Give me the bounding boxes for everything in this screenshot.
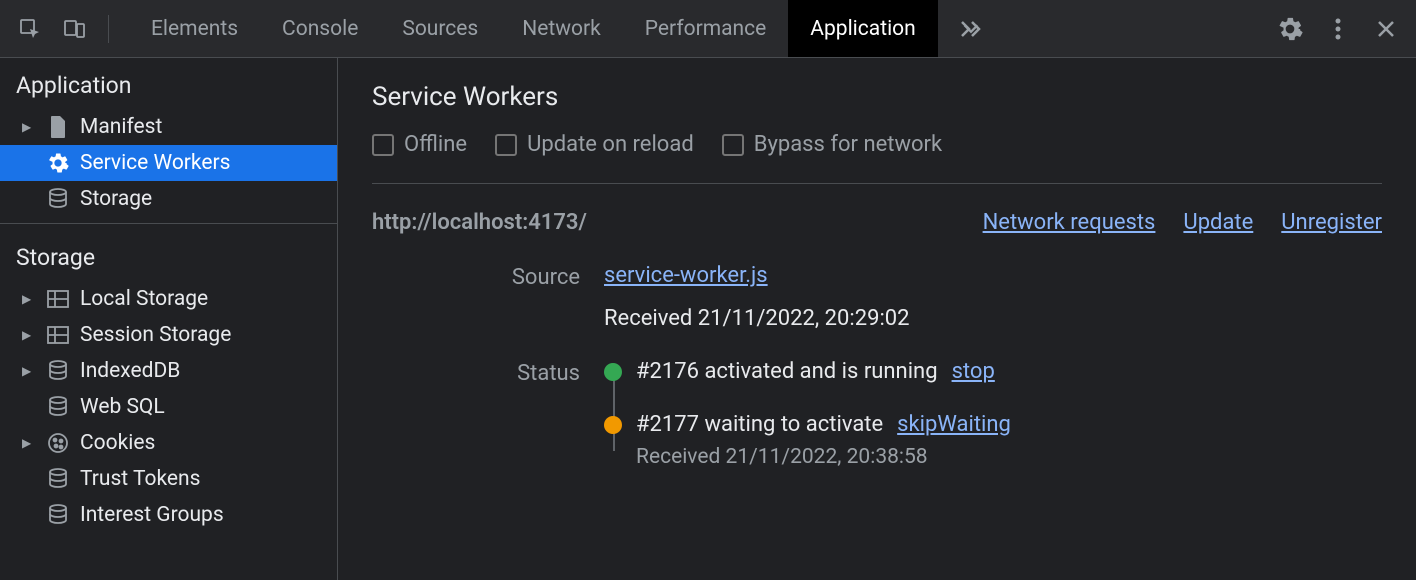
toolbar-right — [1260, 15, 1416, 43]
sidebar-item-label: Manifest — [80, 115, 162, 139]
sidebar-item-label: Trust Tokens — [80, 467, 200, 491]
sidebar-section-storage: Storage — [0, 230, 337, 281]
status-dot-green-icon — [604, 363, 622, 381]
tab-application[interactable]: Application — [788, 0, 937, 57]
expand-arrow-icon: ▶ — [22, 436, 36, 450]
document-icon — [46, 115, 70, 139]
sidebar-item-storage[interactable]: ▶ Storage — [0, 181, 337, 217]
sidebar-divider — [0, 223, 337, 224]
database-icon — [46, 503, 70, 527]
tab-network[interactable]: Network — [500, 0, 623, 57]
sidebar-item-service-workers[interactable]: ▶ Service Workers — [0, 145, 337, 181]
field-label: Source — [372, 263, 604, 331]
tab-performance[interactable]: Performance — [623, 0, 788, 57]
origin-url: http://localhost:4173/ — [372, 210, 587, 235]
link-unregister[interactable]: Unregister — [1281, 210, 1382, 235]
origin-row: http://localhost:4173/ Network requests … — [372, 210, 1382, 235]
link-stop[interactable]: stop — [952, 359, 995, 384]
sidebar-item-label: Interest Groups — [80, 503, 224, 527]
database-icon — [46, 395, 70, 419]
checkbox-update-on-reload[interactable]: Update on reload — [495, 132, 694, 157]
devtools-toolbar: Elements Console Sources Network Perform… — [0, 0, 1416, 58]
page-title: Service Workers — [372, 82, 1382, 112]
grid-icon — [46, 287, 70, 311]
field-status: Status #2176 activated and is running st… — [372, 359, 1382, 469]
sidebar-item-label: Session Storage — [80, 323, 231, 347]
database-icon — [46, 467, 70, 491]
status-text: #2176 activated and is running — [636, 359, 938, 384]
checkbox-label: Bypass for network — [754, 132, 942, 157]
panel-tabs: Elements Console Sources Network Perform… — [129, 0, 1008, 57]
cookie-icon — [46, 431, 70, 455]
sidebar-item-label: Web SQL — [80, 395, 165, 419]
sidebar-item-indexeddb[interactable]: ▶ IndexedDB — [0, 353, 337, 389]
sidebar-item-manifest[interactable]: ▶ Manifest — [0, 109, 337, 145]
expand-arrow-icon: ▶ — [22, 364, 36, 378]
grid-icon — [46, 323, 70, 347]
toolbar-left — [0, 11, 129, 47]
sidebar-item-label: IndexedDB — [80, 359, 180, 383]
sidebar-item-label: Local Storage — [80, 287, 208, 311]
field-label: Status — [372, 359, 604, 469]
sidebar-item-cookies[interactable]: ▶ Cookies — [0, 425, 337, 461]
expand-arrow-icon: ▶ — [22, 328, 36, 342]
options-row: Offline Update on reload Bypass for netw… — [372, 132, 1382, 184]
link-network-requests[interactable]: Network requests — [983, 210, 1156, 235]
checkbox-label: Offline — [404, 132, 467, 157]
checkbox-label: Update on reload — [527, 132, 694, 157]
device-toggle-icon[interactable] — [56, 11, 92, 47]
sidebar-item-label: Storage — [80, 187, 152, 211]
sidebar-item-web-sql[interactable]: ▶ Web SQL — [0, 389, 337, 425]
received-timestamp: Received 21/11/2022, 20:29:02 — [604, 306, 1382, 331]
checkbox-icon[interactable] — [722, 134, 744, 156]
sidebar-item-label: Service Workers — [80, 151, 230, 175]
checkbox-offline[interactable]: Offline — [372, 132, 467, 157]
main-area: Application ▶ Manifest ▶ Service Workers… — [0, 58, 1416, 580]
tab-sources[interactable]: Sources — [380, 0, 500, 57]
sidebar-item-label: Cookies — [80, 431, 155, 455]
expand-arrow-icon: ▶ — [22, 292, 36, 306]
link-source-file[interactable]: service-worker.js — [604, 263, 768, 288]
checkbox-icon[interactable] — [495, 134, 517, 156]
field-value: service-worker.js Received 21/11/2022, 2… — [604, 263, 1382, 331]
tab-overflow[interactable] — [938, 0, 1008, 57]
tab-console[interactable]: Console — [260, 0, 380, 57]
status-dot-orange-icon — [604, 416, 622, 434]
sidebar: Application ▶ Manifest ▶ Service Workers… — [0, 58, 338, 580]
checkbox-bypass-for-network[interactable]: Bypass for network — [722, 132, 942, 157]
status-item-activated: #2176 activated and is running stop — [604, 359, 1382, 384]
expand-arrow-icon: ▶ — [22, 120, 36, 134]
sidebar-item-trust-tokens[interactable]: ▶ Trust Tokens — [0, 461, 337, 497]
status-list: #2176 activated and is running stop #217… — [604, 359, 1382, 469]
link-update[interactable]: Update — [1183, 210, 1253, 235]
sidebar-item-local-storage[interactable]: ▶ Local Storage — [0, 281, 337, 317]
close-icon[interactable] — [1372, 15, 1400, 43]
waiting-received-timestamp: Received 21/11/2022, 20:38:58 — [636, 445, 1382, 469]
gear-icon[interactable] — [1276, 15, 1304, 43]
sidebar-item-session-storage[interactable]: ▶ Session Storage — [0, 317, 337, 353]
checkbox-icon[interactable] — [372, 134, 394, 156]
sidebar-section-application: Application — [0, 58, 337, 109]
tab-elements[interactable]: Elements — [129, 0, 260, 57]
toolbar-divider — [108, 15, 109, 43]
origin-actions: Network requests Update Unregister — [983, 210, 1382, 235]
inspect-icon[interactable] — [12, 11, 48, 47]
database-icon — [46, 359, 70, 383]
database-icon — [46, 187, 70, 211]
content-pane: Service Workers Offline Update on reload… — [338, 58, 1416, 580]
sidebar-item-interest-groups[interactable]: ▶ Interest Groups — [0, 497, 337, 533]
link-skipwaiting[interactable]: skipWaiting — [897, 412, 1011, 437]
gear-icon — [46, 151, 70, 175]
status-text: #2177 waiting to activate — [636, 412, 883, 437]
status-item-waiting: #2177 waiting to activate skipWaiting — [604, 412, 1382, 437]
field-source: Source service-worker.js Received 21/11/… — [372, 263, 1382, 331]
kebab-menu-icon[interactable] — [1324, 15, 1352, 43]
